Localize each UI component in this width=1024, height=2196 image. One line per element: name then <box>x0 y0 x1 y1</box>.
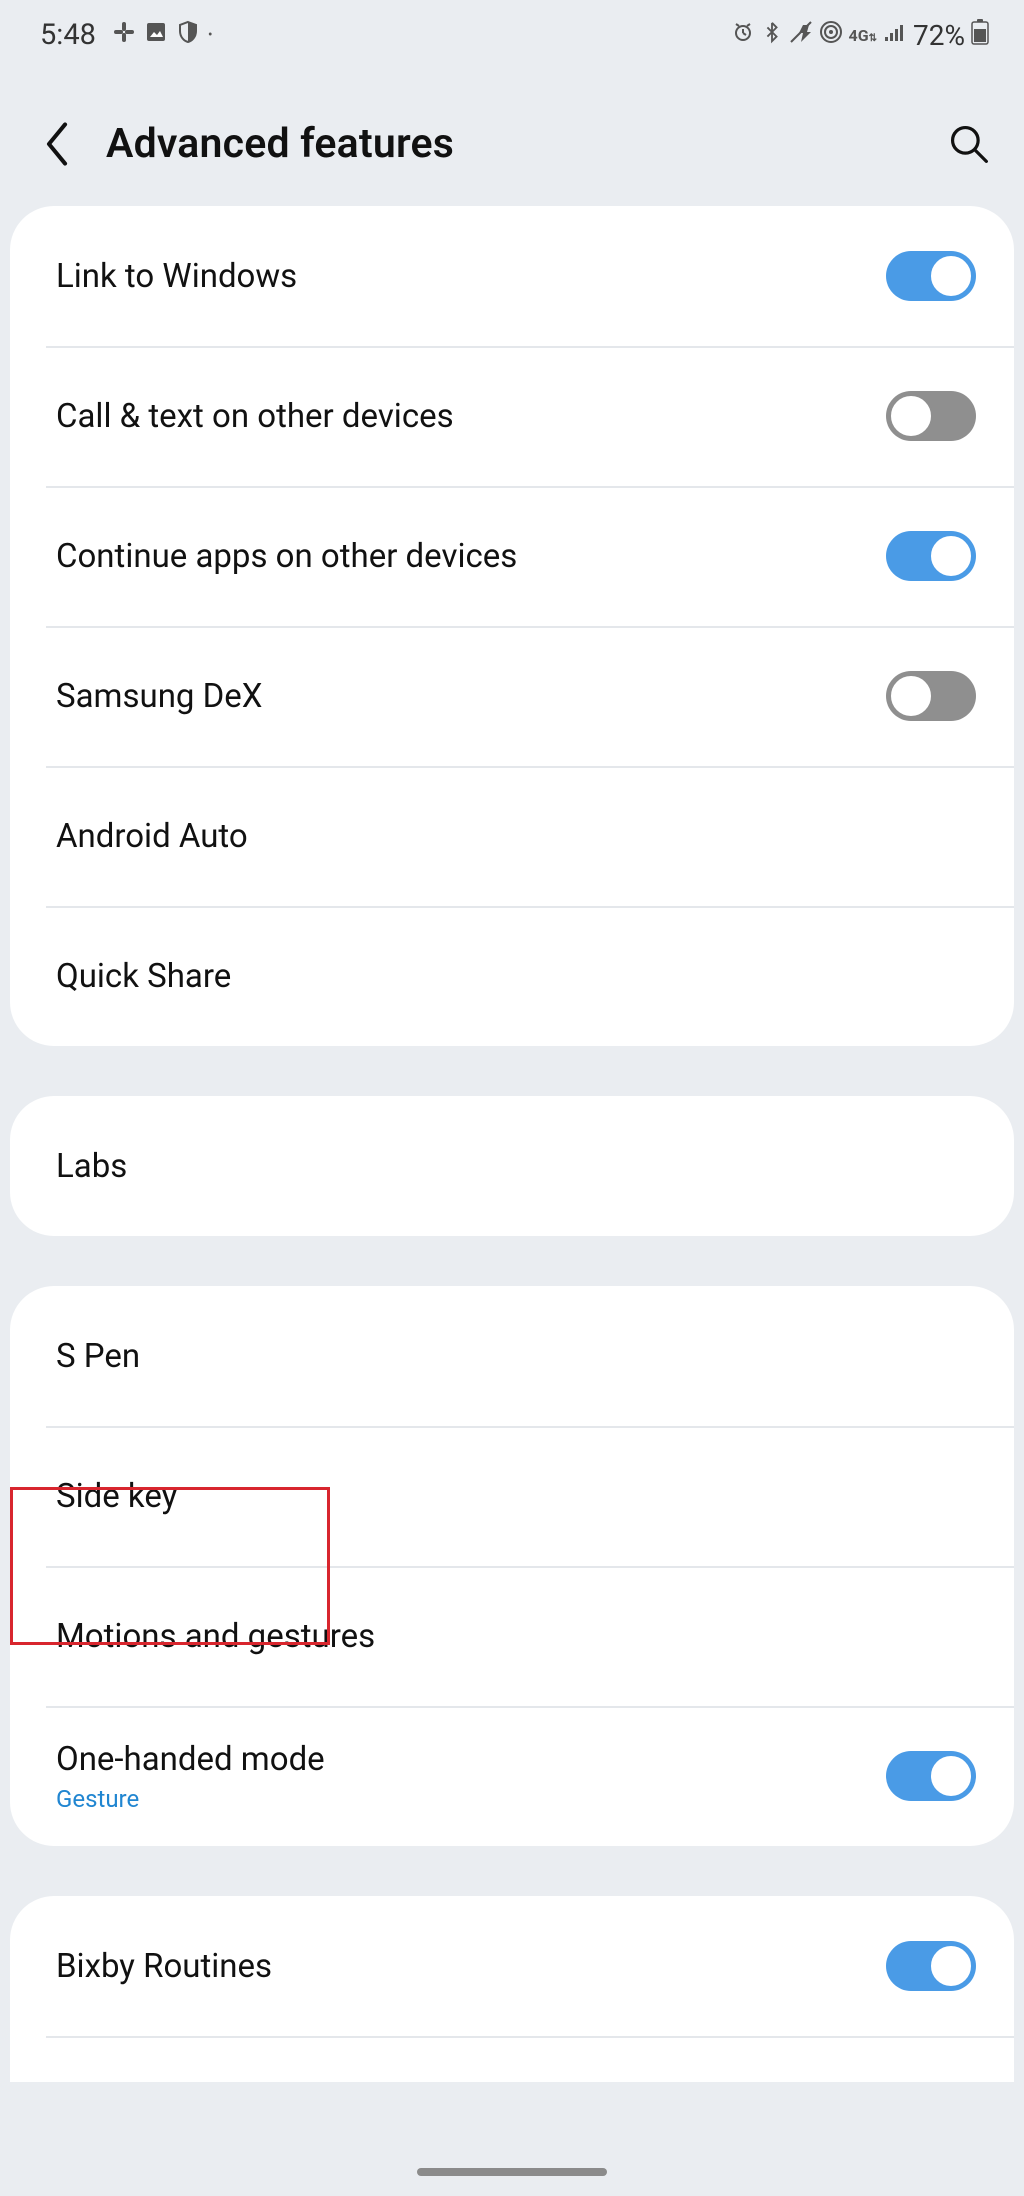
toggle-bixby-routines[interactable] <box>886 1941 976 1991</box>
bluetooth-icon <box>761 20 783 50</box>
row-quick-share[interactable]: Quick Share <box>10 906 1014 1046</box>
toggle-link-to-windows[interactable] <box>886 251 976 301</box>
row-label: Continue apps on other devices <box>56 537 517 576</box>
row-samsung-dex[interactable]: Samsung DeX <box>10 626 1014 766</box>
row-label: One-handed mode <box>56 1740 325 1779</box>
row-label: Motions and gestures <box>56 1617 375 1656</box>
network-4g-icon: 4G⇅ <box>849 26 877 45</box>
nav-handle[interactable] <box>417 2168 607 2176</box>
row-call-text-other-devices[interactable]: Call & text on other devices <box>10 346 1014 486</box>
settings-group: S Pen Side key Motions and gestures One-… <box>10 1286 1014 1846</box>
toggle-samsung-dex[interactable] <box>886 671 976 721</box>
row-next[interactable] <box>10 2036 1014 2082</box>
row-label: S Pen <box>56 1337 140 1376</box>
status-bar: 5:48 • 4G⇅ 72% <box>0 0 1024 70</box>
row-link-to-windows[interactable]: Link to Windows <box>10 206 1014 346</box>
page-title: Advanced features <box>106 120 454 168</box>
row-label: Samsung DeX <box>56 677 263 716</box>
row-label: Bixby Routines <box>56 1947 272 1986</box>
row-s-pen[interactable]: S Pen <box>10 1286 1014 1426</box>
row-label: Call & text on other devices <box>56 397 454 436</box>
row-continue-apps[interactable]: Continue apps on other devices <box>10 486 1014 626</box>
row-label: Side key <box>56 1477 177 1516</box>
hotspot-icon <box>819 20 843 50</box>
status-dot: • <box>208 27 213 43</box>
battery-icon <box>971 19 989 51</box>
signal-icon <box>883 20 907 50</box>
vibrate-icon <box>789 20 813 50</box>
toggle-one-handed-mode[interactable] <box>886 1751 976 1801</box>
row-one-handed-mode[interactable]: One-handed mode Gesture <box>10 1706 1014 1846</box>
row-label: Link to Windows <box>56 257 297 296</box>
settings-group: Labs <box>10 1096 1014 1236</box>
row-label: Android Auto <box>56 817 248 856</box>
row-label: Labs <box>56 1147 127 1186</box>
battery-percent: 72% <box>913 19 965 52</box>
row-bixby-routines[interactable]: Bixby Routines <box>10 1896 1014 2036</box>
alarm-icon <box>731 20 755 50</box>
row-side-key[interactable]: Side key <box>10 1426 1014 1566</box>
search-icon[interactable] <box>948 123 990 165</box>
row-label: Quick Share <box>56 957 231 996</box>
shield-icon <box>176 20 200 50</box>
image-icon <box>144 20 168 50</box>
row-motions-gestures[interactable]: Motions and gestures <box>10 1566 1014 1706</box>
back-icon[interactable] <box>40 121 74 167</box>
row-sublabel: Gesture <box>56 1785 325 1813</box>
page-header: Advanced features <box>10 70 1014 206</box>
status-time: 5:48 <box>40 18 96 52</box>
settings-group: Bixby Routines <box>10 1896 1014 2082</box>
toggle-call-text-other-devices[interactable] <box>886 391 976 441</box>
slack-icon <box>112 20 136 50</box>
toggle-continue-apps[interactable] <box>886 531 976 581</box>
settings-group: Link to Windows Call & text on other dev… <box>10 206 1014 1046</box>
row-labs[interactable]: Labs <box>10 1096 1014 1236</box>
row-android-auto[interactable]: Android Auto <box>10 766 1014 906</box>
